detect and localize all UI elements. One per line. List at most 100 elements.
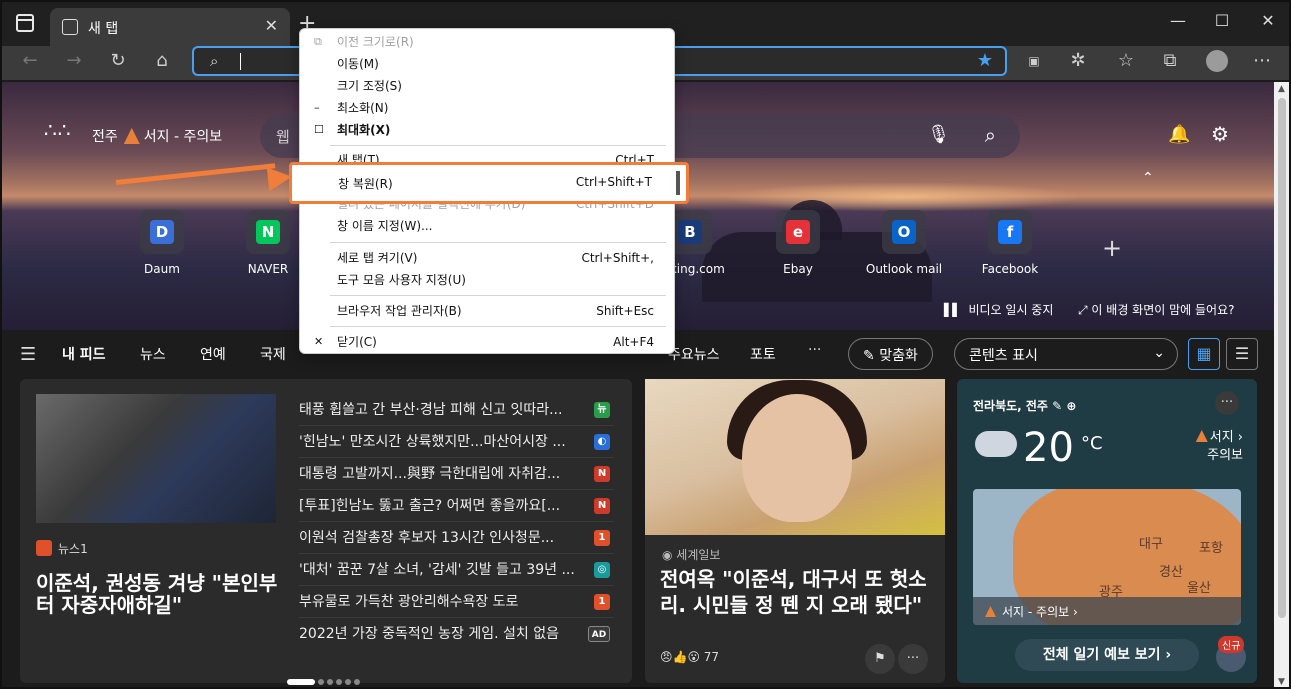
source-icon: 1 — [594, 530, 610, 546]
favorites-icon[interactable]: ☆ — [1114, 50, 1138, 71]
nav-my-feed[interactable]: 내 피드 — [62, 344, 106, 364]
list-item[interactable]: 2022년 가장 중독적인 농장 게임. 설치 없음 AD — [299, 618, 614, 650]
quick-link-naver[interactable]: N NAVER — [228, 210, 308, 276]
nav-entertainment[interactable]: 연예 — [200, 344, 226, 364]
customize-icon: ✎ — [863, 348, 880, 364]
carousel-dot[interactable] — [327, 679, 333, 685]
back-icon[interactable]: ← — [18, 50, 42, 71]
content-view-select[interactable]: 콘텐츠 표시 ⌄ — [954, 338, 1178, 370]
nav-news[interactable]: 뉴스 — [140, 344, 166, 364]
maximize-button[interactable]: ☐ — [1212, 11, 1232, 30]
close-window-button[interactable]: ✕ — [1258, 11, 1278, 30]
news-photo[interactable] — [36, 394, 276, 523]
quick-link-ebay[interactable]: e Ebay — [758, 210, 838, 276]
weather-card[interactable]: 전라북도, 전주 ✎ ⊕ ··· 20 °C 서지 › 주의보 대구 포항 경산 … — [957, 379, 1257, 683]
news-headline[interactable]: 전여옥 "이준석, 대구서 또 헛소리. 시민들 정 뗀 지 오래 됐다" — [660, 566, 930, 618]
carousel-dot[interactable] — [336, 679, 342, 685]
tab-actions-icon[interactable] — [16, 14, 34, 32]
full-forecast-button[interactable]: 전체 일기 예보 보기 › — [1015, 639, 1199, 671]
location-name: 전주 — [92, 129, 118, 145]
carousel-dots[interactable] — [287, 670, 363, 687]
text-caret — [240, 53, 241, 70]
weather-location[interactable]: 전라북도, 전주 ✎ ⊕ — [973, 397, 1076, 414]
scroll-thumb[interactable] — [1278, 98, 1286, 618]
temperature-unit[interactable]: °C — [1081, 433, 1103, 454]
pencil-icon[interactable]: ✎ — [1052, 399, 1062, 413]
menu-item-name-window[interactable]: 창 이름 지정(W)... — [300, 215, 676, 237]
notification-bell-icon[interactable]: 🔔 — [1168, 124, 1190, 145]
favorite-star-icon[interactable]: ★ — [977, 50, 993, 71]
gear-icon[interactable]: ⚙ — [1211, 122, 1229, 146]
like-background-button[interactable]: ⤢ 이 배경 화면이 맘에 들어요? — [1078, 301, 1235, 318]
apps-grid-icon[interactable]: ∴∴ — [44, 120, 71, 140]
profile-icon[interactable] — [1206, 50, 1228, 72]
pause-video-button[interactable]: ▌▌ 비디오 일시 중지 — [944, 301, 1053, 318]
news-headline[interactable]: 이준석, 권성동 겨냥 "본인부터 자중자애하길" — [36, 572, 281, 616]
map-label: 울산 — [1187, 581, 1211, 596]
minimize-button[interactable]: — — [1168, 11, 1188, 30]
extension-icon[interactable]: ✲ — [1066, 50, 1090, 71]
list-item[interactable]: [투표]힌남노 뚫고 출근? 어쩌면 좋을까요[... N — [299, 490, 614, 522]
new-badge: 신규 — [1218, 636, 1245, 653]
nav-more-icon[interactable]: ··· — [808, 342, 821, 358]
list-item[interactable]: 태풍 휩쓸고 간 부산·경남 피해 신고 잇따라... 뉴 — [299, 394, 614, 426]
weather-more-button[interactable]: ··· — [1215, 391, 1239, 415]
menu-item-restore-window[interactable]: 창 복원(R) Ctrl+Shift+T — [289, 162, 689, 204]
carousel-dot[interactable] — [318, 679, 324, 685]
search-icon: ⌕ — [210, 52, 219, 70]
bookmark-button[interactable]: ⚑ — [865, 644, 895, 674]
refresh-icon[interactable]: ↻ — [106, 50, 130, 71]
list-item[interactable]: 이원석 검찰총장 후보자 13시간 인사청문... 1 — [299, 522, 614, 554]
menu-item-vertical-tabs[interactable]: 세로 탭 켜기(V) Ctrl+Shift+, — [300, 247, 676, 269]
list-item[interactable]: '대처' 꿈꾼 7살 소녀, '감세' 깃발 들고 39년 ... ◎ — [299, 554, 614, 586]
location-alert[interactable]: 전주 서지 - 주의보 — [92, 126, 222, 146]
menu-separator — [330, 145, 666, 146]
menu-item-minimize[interactable]: – 최소화(N) — [300, 97, 676, 119]
nav-world[interactable]: 국제 — [260, 344, 286, 364]
forward-icon[interactable]: → — [62, 50, 86, 71]
list-item[interactable]: '힌남노' 만조시간 상륙했지만...마산어시장 ... ◐ — [299, 426, 614, 458]
menu-item-customize-toolbar[interactable]: 도구 모음 사용자 지정(U) — [300, 269, 676, 291]
extension-badge-icon[interactable]: ▣ — [1022, 54, 1046, 68]
carousel-dot[interactable] — [287, 679, 315, 685]
carousel-dot[interactable] — [345, 679, 351, 685]
microphone-icon[interactable]: 🎙 — [927, 124, 950, 145]
list-view-button[interactable]: ☰ — [1226, 338, 1258, 370]
collections-icon[interactable]: ⧉ — [1158, 50, 1182, 71]
nav-photo[interactable]: 포토 — [750, 344, 776, 364]
chevron-up-icon[interactable]: ⌃ — [1142, 170, 1154, 186]
page-scrollbar[interactable]: ▲ ▼ — [1274, 82, 1289, 687]
menu-item-task-manager[interactable]: 브라우저 작업 관리자(B) Shift+Esc — [300, 300, 676, 322]
tab-close-icon[interactable]: ✕ — [265, 16, 278, 35]
more-icon[interactable]: ⋯ — [1250, 50, 1274, 71]
menu-item-resize[interactable]: 크기 조정(S) — [300, 75, 676, 97]
menu-item-restore-size[interactable]: ⧉ 이전 크기로(R) — [300, 31, 676, 53]
tab-new-tab[interactable]: 새 탭 ✕ — [50, 8, 290, 46]
list-item[interactable]: 부유물로 가득찬 광안리해수욕장 도로 1 — [299, 586, 614, 618]
quick-link-daum[interactable]: D Daum — [122, 210, 202, 276]
list-item[interactable]: 대통령 고발까지...與野 극한대립에 자취감... N — [299, 458, 614, 490]
menu-item-label: 세로 탭 켜기(V) — [337, 251, 418, 265]
map-label: 포항 — [1199, 541, 1223, 556]
menu-item-close[interactable]: ✕ 닫기(C) Alt+F4 — [300, 331, 676, 353]
search-icon[interactable]: ⌕ — [985, 123, 996, 147]
map-alert-bar[interactable]: 서지 - 주의보 › — [973, 597, 1241, 625]
menu-item-shortcut: Shift+Esc — [596, 304, 654, 318]
home-icon[interactable]: ⌂ — [150, 50, 174, 71]
customize-button[interactable]: ✎ 맞춤화 — [848, 338, 933, 370]
more-options-button[interactable]: ··· — [898, 644, 928, 674]
reactions[interactable]: 😠👍😮 77 — [660, 650, 719, 664]
globe-icon[interactable]: ⊕ — [1066, 399, 1076, 413]
weather-map[interactable]: 대구 포항 경산 울산 광주 서지 - 주의보 › — [973, 489, 1241, 625]
add-quick-link-button[interactable]: + — [1102, 234, 1122, 262]
carousel-dot[interactable] — [354, 679, 360, 685]
weather-alert[interactable]: 서지 › 주의보 — [1195, 429, 1243, 465]
scroll-down-icon[interactable]: ▼ — [1278, 677, 1285, 687]
menu-icon[interactable]: ☰ — [20, 344, 36, 365]
quick-link-facebook[interactable]: f Facebook — [970, 210, 1050, 276]
menu-item-move[interactable]: 이동(M) — [300, 53, 676, 75]
scroll-up-icon[interactable]: ▲ — [1278, 84, 1285, 94]
grid-view-button[interactable]: ▦ — [1188, 338, 1220, 370]
quick-link-outlook[interactable]: O Outlook mail — [864, 210, 944, 276]
menu-item-maximize[interactable]: ☐ 최대화(X) — [300, 119, 676, 141]
